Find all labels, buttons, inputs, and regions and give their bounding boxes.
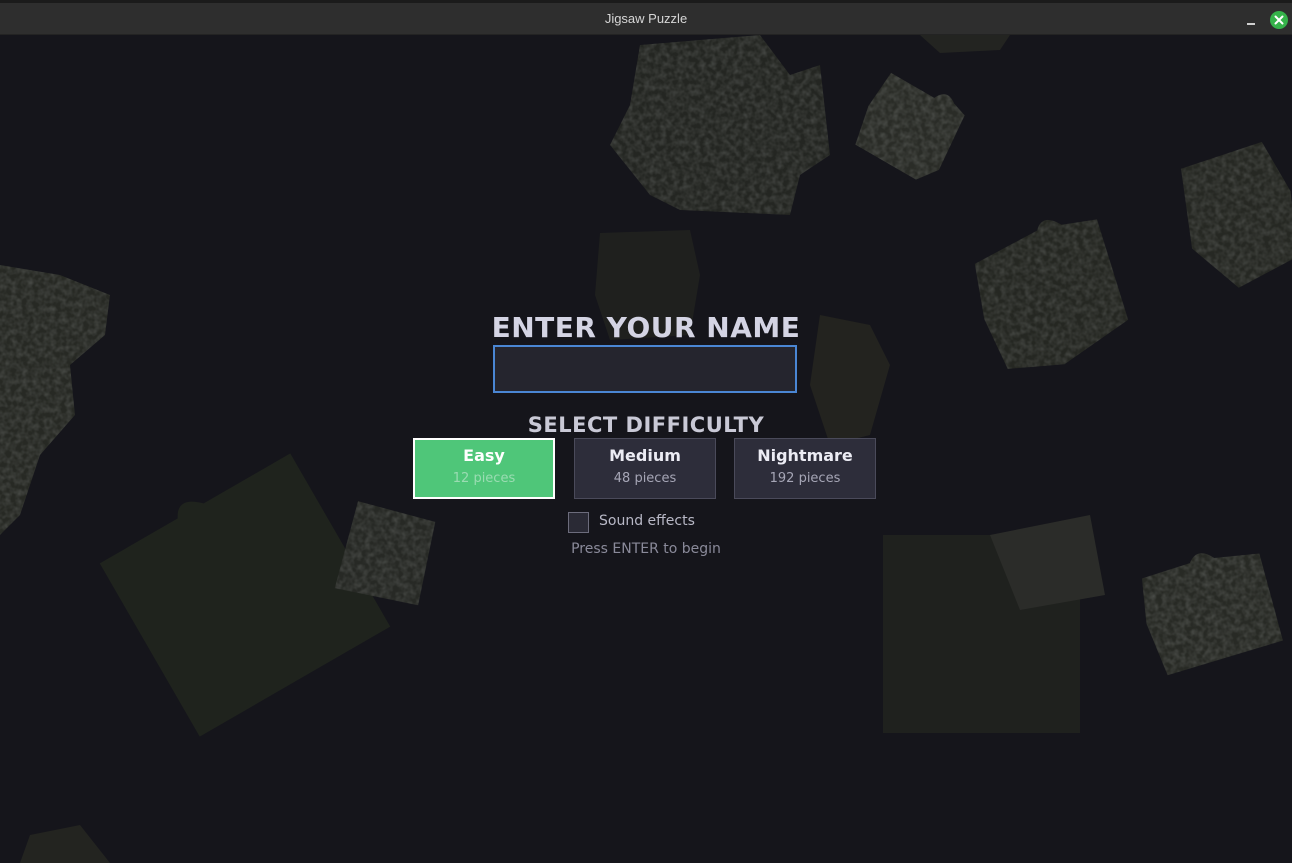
minimize-button[interactable]: [1240, 9, 1262, 29]
title-bar[interactable]: Jigsaw Puzzle: [0, 3, 1292, 35]
difficulty-label: Nightmare: [757, 446, 853, 465]
difficulty-easy-button[interactable]: Easy 12 pieces: [413, 438, 555, 499]
difficulty-pieces: 48 pieces: [613, 471, 677, 486]
name-input[interactable]: [493, 345, 797, 393]
puzzle-piece[interactable]: [95, 445, 391, 737]
name-heading: ENTER YOUR NAME: [491, 311, 801, 344]
close-button[interactable]: [1270, 11, 1288, 29]
puzzle-piece[interactable]: [920, 35, 1010, 53]
difficulty-pieces: 192 pieces: [769, 471, 841, 486]
puzzle-piece[interactable]: [960, 204, 1140, 385]
sound-effects-label: Sound effects: [599, 513, 695, 529]
puzzle-piece[interactable]: [0, 265, 110, 535]
difficulty-nightmare-button[interactable]: Nightmare 192 pieces: [734, 438, 876, 499]
sound-effects-checkbox[interactable]: [568, 512, 589, 533]
window-title: Jigsaw Puzzle: [604, 11, 688, 26]
puzzle-piece[interactable]: [1134, 540, 1285, 677]
app-window: Jigsaw Puzzle ENTER YOUR NAME SELECT DIF…: [0, 0, 1292, 863]
puzzle-piece[interactable]: [1170, 138, 1292, 297]
minimize-icon: [1247, 23, 1255, 25]
difficulty-label: Medium: [609, 446, 681, 465]
puzzle-piece[interactable]: [20, 825, 110, 863]
game-area: ENTER YOUR NAME SELECT DIFFICULTY Easy 1…: [0, 35, 1292, 863]
difficulty-pieces: 12 pieces: [452, 471, 516, 486]
puzzle-piece[interactable]: [848, 64, 973, 188]
difficulty-label: Easy: [463, 446, 505, 465]
difficulty-heading: SELECT DIFFICULTY: [527, 413, 765, 437]
difficulty-medium-button[interactable]: Medium 48 pieces: [574, 438, 716, 499]
puzzle-piece[interactable]: [610, 35, 830, 215]
close-icon: [1274, 15, 1284, 25]
start-hint: Press ENTER to begin: [571, 541, 721, 557]
